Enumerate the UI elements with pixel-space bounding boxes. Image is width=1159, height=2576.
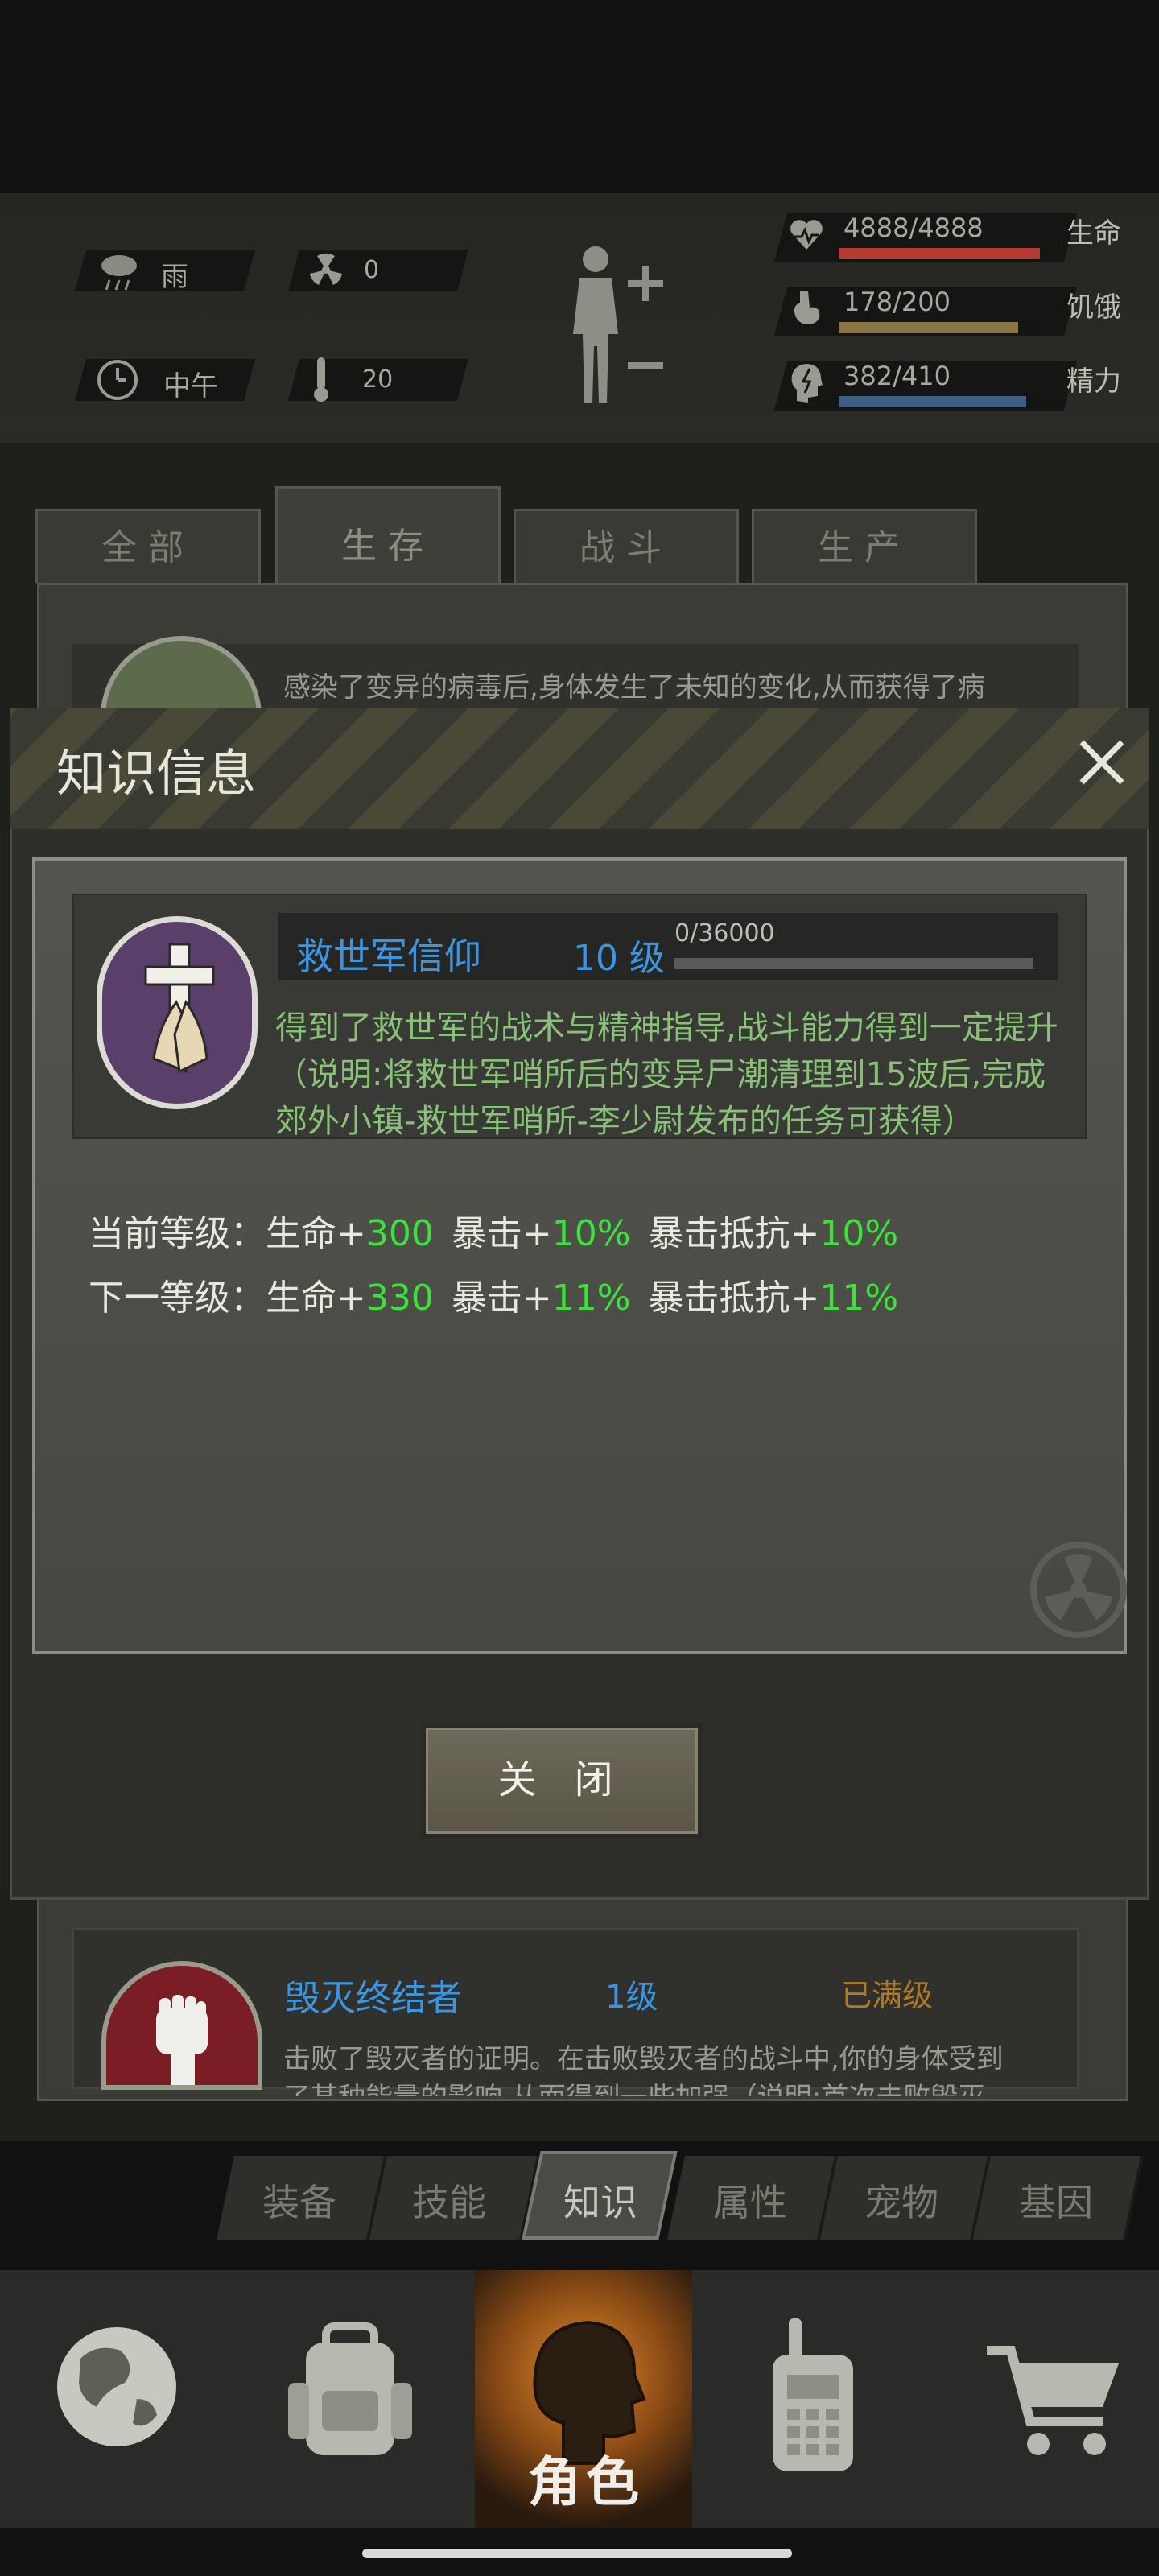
list-item-description: 了某种能量的影响,从而得到一些加强（说明:首次击败毁灭 bbox=[283, 2075, 985, 2096]
globe-icon[interactable] bbox=[48, 2318, 185, 2455]
subtab-attributes-label: 属性 bbox=[713, 2181, 787, 2224]
time-text: 中午 bbox=[163, 370, 218, 402]
body-status-icon[interactable] bbox=[555, 242, 676, 411]
hp-bonus-label: 生命+ bbox=[266, 1213, 366, 1254]
hp-bonus-value: 330 bbox=[365, 1278, 434, 1319]
hp-bonus-label: 生命+ bbox=[266, 1278, 366, 1319]
role-nav-label: 角色 bbox=[528, 2451, 644, 2513]
tab-combat[interactable]: 战斗 bbox=[514, 509, 739, 583]
current-level-label: 当前等级： bbox=[89, 1213, 266, 1254]
thermometer-icon bbox=[314, 357, 328, 402]
max-level-badge: 已满级 bbox=[841, 1978, 934, 2013]
clock-icon bbox=[97, 360, 138, 400]
subtab-knowledge-label: 知识 bbox=[563, 2181, 637, 2224]
list-item-description: 击败了毁灭者的证明。在击败毁灭者的战斗中,你的身体受到 bbox=[283, 2043, 1004, 2075]
skill-unlock-note: 郊外小镇-救世军哨所-李少尉发布的任务可获得） bbox=[275, 1103, 975, 1140]
crit-bonus-label: 暴击+ bbox=[451, 1278, 552, 1319]
skill-name: 救世军信仰 bbox=[296, 935, 481, 978]
hunger-bar bbox=[839, 322, 1040, 333]
shopping-cart-icon[interactable] bbox=[982, 2334, 1127, 2463]
crit-resist-label: 暴击抵抗+ bbox=[648, 1213, 820, 1254]
tab-all[interactable]: 全部 bbox=[35, 509, 261, 583]
exp-progress-bar bbox=[674, 958, 1033, 969]
radiation-icon bbox=[310, 253, 342, 285]
subtab-genes-label: 基因 bbox=[1019, 2181, 1093, 2224]
fist-icon bbox=[156, 1995, 208, 2085]
praying-hands-cross-icon bbox=[144, 943, 215, 1074]
list-item-title: 毁灭终结者 bbox=[285, 1978, 462, 2019]
close-icon[interactable] bbox=[1075, 736, 1128, 789]
hp-bar-fill bbox=[839, 248, 1040, 259]
crit-resist-value: 10% bbox=[819, 1213, 899, 1254]
dialog-title: 知识信息 bbox=[56, 744, 257, 803]
hp-text: 4888/4888 bbox=[843, 213, 984, 243]
rain-icon bbox=[101, 255, 137, 291]
subtab-equipment-label: 装备 bbox=[262, 2181, 336, 2224]
hunger-label: 饥饿 bbox=[1066, 291, 1121, 324]
skill-icon bbox=[97, 916, 258, 1109]
hp-bonus-value: 300 bbox=[365, 1213, 434, 1254]
crit-bonus-value: 10% bbox=[551, 1213, 631, 1254]
energy-label: 精力 bbox=[1066, 365, 1121, 398]
crit-resist-value: 11% bbox=[819, 1278, 899, 1319]
tab-production[interactable]: 生产 bbox=[752, 509, 977, 583]
energy-bar bbox=[839, 396, 1040, 407]
walkie-talkie-icon[interactable] bbox=[757, 2310, 869, 2479]
backpack-icon[interactable] bbox=[282, 2318, 419, 2463]
skill-unlock-note: （说明:将救世军哨所后的变异尸潮清理到15波后,完成 bbox=[275, 1056, 1046, 1093]
next-level-stats: 下一等级：生命+330 暴击+11% 暴击抵抗+11% bbox=[89, 1269, 898, 1320]
hp-bar bbox=[839, 248, 1040, 259]
temperature-value: 20 bbox=[362, 365, 394, 394]
crit-bonus-label: 暴击+ bbox=[451, 1213, 552, 1254]
energy-text: 382/410 bbox=[843, 361, 951, 391]
subtab-pets-label: 宠物 bbox=[864, 2181, 938, 2224]
skill-description: 得到了救世军的战术与精神指导,战斗能力得到一定提升 bbox=[275, 1009, 1058, 1046]
stomach-icon bbox=[794, 291, 820, 324]
exp-progress-text: 0/36000 bbox=[674, 919, 775, 947]
next-level-label: 下一等级： bbox=[89, 1278, 266, 1319]
subtab-skills-label: 技能 bbox=[412, 2181, 486, 2224]
crit-resist-label: 暴击抵抗+ bbox=[648, 1278, 820, 1319]
heart-icon bbox=[790, 220, 823, 250]
current-level-stats: 当前等级：生命+300 暴击+10% 暴击抵抗+10% bbox=[89, 1204, 898, 1256]
hp-label: 生命 bbox=[1066, 217, 1121, 250]
hunger-bar-fill bbox=[839, 322, 1018, 333]
list-item-description: 感染了变异的病毒后,身体发生了未知的变化,从而获得了病 bbox=[283, 671, 985, 704]
close-button[interactable]: 关 闭 bbox=[421, 1723, 703, 1839]
radiation-value: 0 bbox=[364, 256, 380, 284]
home-indicator[interactable] bbox=[362, 2549, 792, 2558]
radiation-watermark-icon bbox=[1030, 1542, 1127, 1638]
skill-level: 10 级 bbox=[573, 938, 665, 979]
hunger-text: 178/200 bbox=[843, 287, 951, 317]
list-item-level: 1级 bbox=[605, 1979, 658, 2016]
brain-lightning-icon bbox=[791, 364, 823, 402]
energy-bar-fill bbox=[839, 396, 1026, 407]
crit-bonus-value: 11% bbox=[551, 1278, 631, 1319]
tab-survival[interactable]: 生存 bbox=[275, 486, 501, 583]
weather-text: 雨 bbox=[161, 261, 188, 293]
